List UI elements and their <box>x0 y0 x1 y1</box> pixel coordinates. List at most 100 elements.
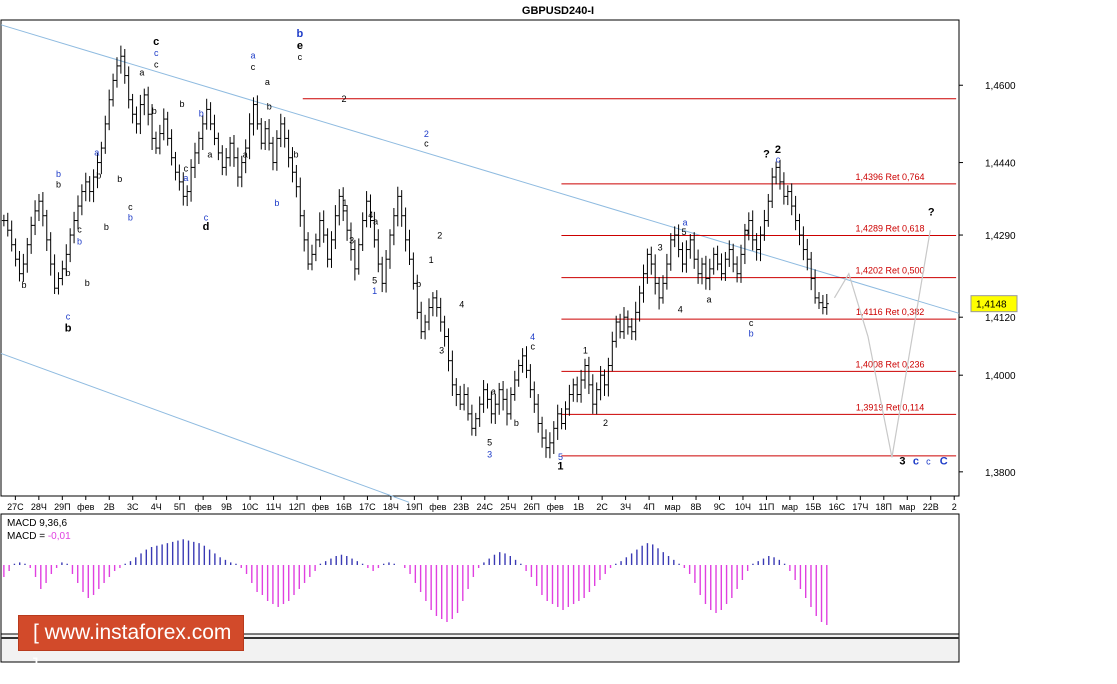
x-tick-label: 9С <box>714 502 726 512</box>
watermark-text: [ www.instaforex.com ] <box>33 621 232 678</box>
wave-label: 3 <box>439 345 444 355</box>
x-tick-label: 18Ч <box>383 502 399 512</box>
wave-label: c <box>424 139 429 149</box>
x-tick-label: 11Ч <box>266 502 281 512</box>
wave-label: c <box>154 59 159 69</box>
wave-label: b <box>180 99 185 109</box>
x-tick-label: 15В <box>805 502 821 512</box>
wave-label: 2 <box>603 418 608 428</box>
wave-label: 3 <box>487 449 492 459</box>
wave-label: b <box>274 198 279 208</box>
wave-label: c <box>298 52 303 62</box>
x-tick-label: 11П <box>759 502 775 512</box>
wave-label: b <box>267 101 272 111</box>
y-tick-label: 1,4000 <box>985 371 1016 382</box>
x-tick-label: фев <box>195 502 212 512</box>
y-tick-label: 1,4290 <box>985 231 1016 242</box>
fib-level-label: 1,4202 Ret 0,500 <box>855 266 924 276</box>
x-tick-label: фев <box>547 502 564 512</box>
wave-label: b <box>104 222 109 232</box>
x-tick-label: 16С <box>829 502 846 512</box>
x-tick-label: 29П <box>54 502 70 512</box>
wave-label: c <box>153 36 159 48</box>
wave-label: c <box>184 163 189 173</box>
y-tick-label: 1,4120 <box>985 313 1016 324</box>
wave-label: 2 <box>437 230 442 240</box>
wave-label: b <box>152 106 157 116</box>
wave-label: 5 <box>372 275 377 285</box>
wave-label: b <box>294 150 299 160</box>
wave-label: e <box>297 40 303 52</box>
wave-label: c <box>926 457 931 467</box>
wave-label: b <box>56 169 61 179</box>
x-tick-label: 19П <box>406 502 422 512</box>
x-tick-label: 12П <box>289 502 305 512</box>
y-tick-label: 1,3800 <box>985 468 1016 479</box>
wave-label: c <box>66 312 71 322</box>
chart-title: GBPUSD240-I <box>522 5 594 17</box>
x-tick-label: 2В <box>104 502 115 512</box>
wave-label: 1 <box>429 255 434 265</box>
wave-label: a <box>183 173 188 183</box>
wave-label: a <box>491 387 496 397</box>
wave-label: 1 <box>372 286 377 296</box>
y-tick-label: 1,4440 <box>985 159 1016 170</box>
wave-label: a <box>250 51 255 61</box>
wave-label: b <box>199 109 204 119</box>
wave-label: a <box>139 68 144 78</box>
macd-label: MACD 9,36,6 <box>7 518 67 529</box>
wave-label: b <box>66 268 71 278</box>
chart-area: GBPUSD240-I 1,4396 Ret 0,764 1,4289 Ret 0… <box>0 0 1117 678</box>
y-tick-label: 1,4600 <box>985 81 1016 92</box>
x-tick-label: 1В <box>573 502 584 512</box>
wave-label: c <box>77 225 82 235</box>
fib-level-label: 1,4116 Ret 0,382 <box>856 307 924 317</box>
wave-label: b <box>297 28 304 40</box>
x-tick-label: 4Ч <box>151 502 162 512</box>
wave-label: a <box>243 150 248 160</box>
fib-level-label: 1,4289 Ret 0,618 <box>855 224 924 234</box>
wave-label: c <box>154 48 159 58</box>
wave-label: a <box>373 216 378 226</box>
x-tick-label: 10Ч <box>735 502 751 512</box>
x-tick-label: фев <box>429 502 446 512</box>
x-tick-label: 17Ч <box>852 502 868 512</box>
wave-label: 3 <box>349 236 354 246</box>
wave-label: ? <box>763 149 770 161</box>
wave-label: b <box>65 323 72 335</box>
x-tick-label: 2С <box>596 502 608 512</box>
x-tick-label: 5П <box>174 502 185 512</box>
wave-label: c <box>913 456 919 468</box>
x-tick-label: фев <box>77 502 94 512</box>
wave-label: 5 <box>487 437 492 447</box>
wave-label: 3 <box>899 456 905 468</box>
fib-level-label: 1,4008 Ret 0,236 <box>855 359 924 369</box>
wave-label: 4 <box>678 304 683 314</box>
x-tick-label: 22В <box>923 502 939 512</box>
x-tick-label: 17С <box>359 502 376 512</box>
wave-label: ? <box>928 207 935 219</box>
wave-label: 3 <box>658 243 663 253</box>
wave-label: 2 <box>424 129 429 139</box>
wave-label: b <box>96 171 101 181</box>
x-tick-label: мар <box>782 502 798 512</box>
x-tick-label: мар <box>899 502 915 512</box>
wave-label: 1 <box>557 460 563 472</box>
wave-label: 5 <box>682 227 687 237</box>
wave-label: a <box>683 217 688 227</box>
x-tick-label: 2 <box>952 502 957 512</box>
x-tick-label: 24С <box>477 502 494 512</box>
wave-label: 1 <box>583 345 588 355</box>
x-tick-label: 4П <box>643 502 654 512</box>
wave-label: b <box>85 278 90 288</box>
wave-label: b <box>117 174 122 184</box>
chart-svg: GBPUSD240-I 1,4396 Ret 0,764 1,4289 Ret 0… <box>0 0 1117 663</box>
wave-label: b <box>56 180 61 190</box>
macd-value: -0,01 <box>48 531 71 542</box>
wave-label: a <box>94 147 99 157</box>
x-tick-label: 27С <box>7 502 24 512</box>
wave-label: d <box>203 221 210 233</box>
x-tick-label: мар <box>664 502 680 512</box>
x-tick-label: 16В <box>336 502 352 512</box>
x-tick-label: 3Ч <box>620 502 631 512</box>
